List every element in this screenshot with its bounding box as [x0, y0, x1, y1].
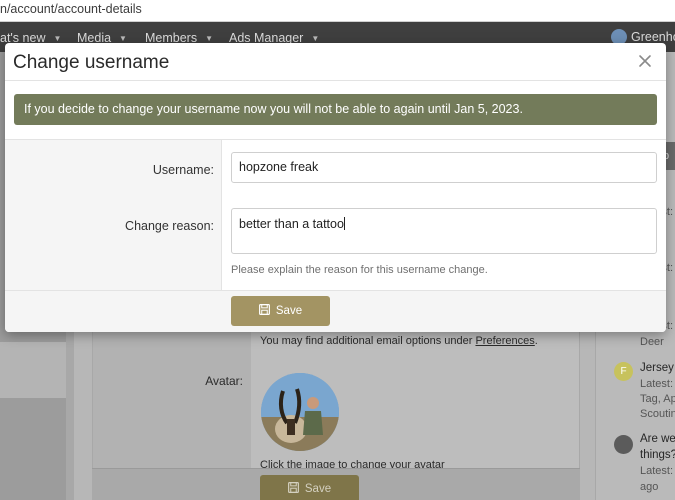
avatar-photo [261, 373, 339, 451]
change-username-dialog: Change username If you decide to change … [5, 43, 666, 332]
sidebar-thread-title[interactable]: Jersey [640, 362, 674, 374]
floppy-disk-icon [287, 482, 299, 496]
caret-down-icon: ▼ [311, 34, 320, 43]
url-text: n/account/account-details [0, 2, 142, 16]
sidebar-latest-by: Scouting [640, 408, 675, 420]
sidebar-latest-by: Tag, Ap [640, 393, 675, 405]
caret-down-icon: ▼ [205, 34, 214, 43]
caret-down-icon: ▼ [119, 34, 127, 43]
address-bar[interactable]: n/account/account-details [0, 0, 675, 22]
sidebar-latest: Latest: [640, 465, 674, 477]
avatar[interactable] [614, 435, 633, 454]
side-tab [0, 342, 66, 398]
close-icon[interactable] [635, 51, 655, 71]
change-reason-value: better than a tattoo [239, 217, 344, 231]
sidebar-thread-title[interactable]: things? [640, 449, 675, 461]
username-input[interactable]: hopzone freak [231, 152, 657, 183]
sidebar-thread-title[interactable]: Are we [640, 433, 675, 445]
background-save-label: Save [304, 483, 332, 495]
dialog-footer: Save [5, 290, 666, 332]
sidebar-latest-by: ago [640, 481, 659, 493]
user-name: Greenho [631, 30, 675, 44]
avatar-letter: F [620, 366, 627, 377]
sidebar-latest: Latest: [640, 378, 674, 390]
username-value: hopzone freak [239, 160, 319, 174]
sidebar-latest-by: Deer [640, 336, 664, 348]
email-note-period: . [534, 335, 538, 347]
username-label: Username: [152, 163, 214, 177]
caret-down-icon: ▼ [53, 34, 62, 43]
background-save-button: Save [260, 475, 359, 500]
change-reason-hint: Please explain the reason for this usern… [231, 264, 488, 276]
username-form: Username: hopzone freak Change reason: b… [5, 139, 666, 290]
dialog-header: Change username [5, 43, 666, 81]
preferences-link[interactable]: Preferences [475, 335, 534, 347]
floppy-disk-icon [258, 304, 270, 318]
email-options-note: You may find additional email options un… [260, 335, 538, 347]
avatar-image[interactable] [261, 373, 339, 451]
change-reason-textarea[interactable]: better than a tattoo [231, 208, 657, 254]
save-label: Save [275, 305, 303, 317]
dialog-title: Change username [13, 52, 170, 73]
avatar-label: Avatar: [205, 374, 243, 388]
email-note-text: You may find additional email options un… [260, 335, 476, 347]
change-reason-label: Change reason: [125, 219, 214, 233]
save-button[interactable]: Save [231, 296, 330, 326]
text-cursor [343, 217, 345, 230]
label-column [93, 330, 251, 468]
username-change-notice: If you decide to change your username no… [14, 94, 657, 125]
avatar[interactable]: F [614, 362, 633, 381]
